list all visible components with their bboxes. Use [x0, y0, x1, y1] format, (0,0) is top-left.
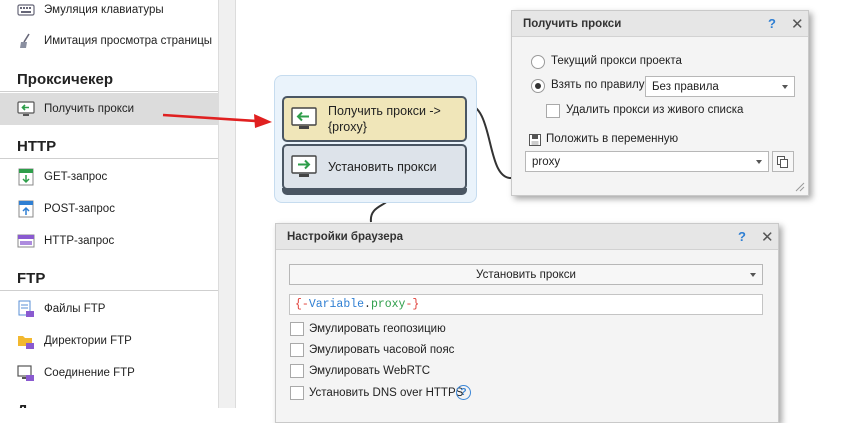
post-request-icon [17, 200, 35, 218]
emulate-timezone-checkbox[interactable] [290, 343, 304, 357]
section-heading-proxy-checker: Проксичекер [0, 66, 218, 92]
dns-over-https-checkbox[interactable] [290, 386, 304, 400]
section-heading-next: Д [0, 397, 218, 409]
floppy-disk-icon [529, 134, 541, 146]
sidebar-item-label: Файлы FTP [44, 303, 106, 315]
node-label: Установить прокси [328, 160, 437, 174]
question-circle-icon[interactable]: ? [456, 385, 471, 400]
sidebar-item-label: HTTP-запрос [44, 235, 115, 247]
copy-icon [777, 155, 788, 168]
sidebar-item-label: Директории FTP [44, 335, 132, 347]
chevron-down-icon [782, 85, 788, 89]
rule-select-value: Без правила [652, 80, 719, 93]
delete-from-live-list-label: Удалить прокси из живого списка [566, 104, 744, 116]
close-button[interactable]: ✕ [791, 15, 804, 33]
chevron-down-icon [756, 160, 762, 164]
sidebar-item-ftp-connection[interactable]: Соединение FTP [0, 357, 218, 389]
emulate-geo-checkbox[interactable] [290, 322, 304, 336]
set-proxy-icon [290, 155, 318, 179]
get-proxy-icon [290, 107, 318, 131]
action-node-set-proxy[interactable]: Установить прокси [282, 144, 467, 195]
radio-by-rule-label: Взять по правилу: [551, 79, 648, 91]
emulate-webrtc-label: Эмулировать WebRTC [309, 365, 431, 377]
variable-select[interactable]: proxy [525, 151, 769, 172]
radio-current-proxy[interactable] [531, 55, 545, 69]
toolbox-sidebar: Эмуляция клавиатуры Имитация просмотра с… [0, 0, 218, 408]
sidebar-item-label: GET-запрос [44, 171, 108, 183]
sidebar-item-keyboard-emulation[interactable]: Эмуляция клавиатуры [0, 0, 218, 26]
save-to-variable-label: Положить в переменную [546, 133, 679, 145]
action-select-value: Установить прокси [476, 268, 576, 281]
sidebar-item-label: Соединение FTP [44, 367, 135, 379]
proxy-expression-input[interactable]: {- Variable. proxy -} [289, 294, 763, 315]
sidebar-item-post-request[interactable]: POST-запрос [0, 193, 218, 225]
expr-open: {- [295, 298, 309, 311]
sidebar-item-page-view-imitation[interactable]: Имитация просмотра страницы [0, 25, 218, 57]
node-footer-bar [282, 188, 467, 195]
get-proxy-dialog: Получить прокси ? ✕ Текущий прокси проек… [511, 10, 809, 196]
action-node-get-proxy[interactable]: Получить прокси -> {proxy} [282, 96, 467, 142]
ftp-files-icon [17, 300, 35, 318]
browser-settings-dialog: Настройки браузера ? ✕ Установить прокси… [275, 223, 779, 423]
chevron-down-icon [750, 273, 756, 277]
node-label: Получить прокси -> {proxy} [328, 104, 441, 134]
help-button[interactable]: ? [768, 16, 776, 31]
dialog-title: Настройки браузера [276, 224, 778, 250]
get-request-icon [17, 168, 35, 186]
sidebar-item-get-proxy[interactable]: Получить прокси [0, 93, 218, 125]
http-request-icon [17, 232, 35, 250]
dns-over-https-label: Установить DNS over HTTPS [309, 387, 464, 399]
sidebar-scrollbar[interactable] [218, 0, 236, 408]
sidebar-item-get-request[interactable]: GET-запрос [0, 161, 218, 193]
sidebar-item-label: Эмуляция клавиатуры [44, 4, 164, 16]
section-heading-ftp: FTP [0, 265, 218, 291]
ftp-folder-icon [17, 332, 35, 350]
help-button[interactable]: ? [738, 229, 746, 244]
resize-grip-icon[interactable] [793, 180, 805, 192]
emulate-webrtc-checkbox[interactable] [290, 364, 304, 378]
sidebar-item-ftp-files[interactable]: Файлы FTP [0, 293, 218, 325]
sidebar-item-label: Имитация просмотра страницы [44, 35, 213, 47]
rule-select[interactable]: Без правила [645, 76, 795, 97]
expr-close: -} [405, 298, 420, 311]
sidebar-item-ftp-directories[interactable]: Директории FTP [0, 325, 218, 357]
broom-icon [17, 32, 35, 50]
section-heading-http: HTTP [0, 133, 218, 159]
delete-from-live-list-checkbox[interactable] [546, 104, 560, 118]
variable-select-value: proxy [532, 155, 561, 168]
sidebar-item-label: POST-запрос [44, 203, 115, 215]
emulate-geo-label: Эмулировать геопозицию [309, 323, 446, 335]
expr-variable-name: proxy [370, 298, 406, 311]
copy-variable-button[interactable] [772, 151, 794, 172]
radio-current-proxy-label: Текущий прокси проекта [551, 55, 682, 67]
expr-keyword: Variable [308, 298, 365, 311]
close-button[interactable]: ✕ [761, 228, 774, 246]
expr-dot: . [364, 298, 371, 311]
get-proxy-icon [17, 100, 35, 118]
radio-by-rule[interactable] [531, 79, 545, 93]
emulate-timezone-label: Эмулировать часовой пояс [309, 344, 455, 356]
action-select[interactable]: Установить прокси [289, 264, 763, 285]
ftp-connection-icon [17, 364, 35, 382]
dialog-title: Получить прокси [512, 11, 808, 37]
sidebar-item-http-request[interactable]: HTTP-запрос [0, 225, 218, 257]
sidebar-item-label: Получить прокси [44, 103, 135, 115]
keyboard-icon [17, 1, 35, 19]
